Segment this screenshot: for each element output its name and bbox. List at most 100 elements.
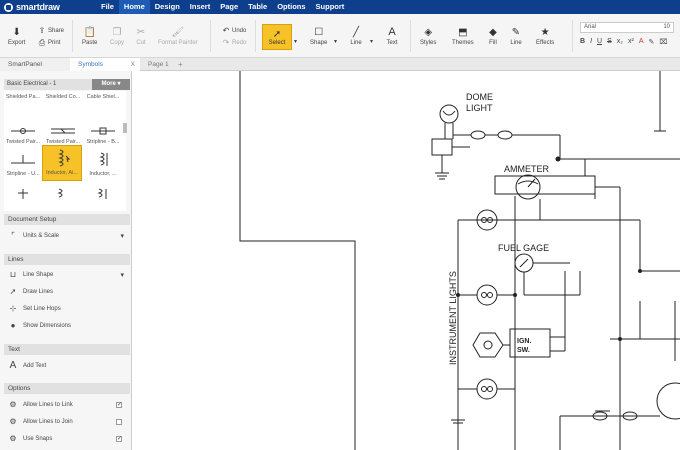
select-dropdown[interactable]: ▾ bbox=[294, 38, 297, 45]
strikethrough-button[interactable]: S bbox=[607, 38, 612, 46]
print-icon: ⎙ bbox=[38, 38, 46, 47]
dome-label-2: LIGHT bbox=[466, 103, 493, 113]
symbol-inductor-air[interactable]: Inductor, Ai... bbox=[42, 145, 82, 181]
bold-button[interactable]: B bbox=[580, 38, 585, 46]
export-icon: ⬇ bbox=[12, 26, 21, 38]
chevron-down-icon: ▾ bbox=[120, 232, 124, 240]
fill-button[interactable]: ◆ Fill bbox=[487, 26, 499, 47]
menu-table[interactable]: Table bbox=[243, 0, 272, 14]
clear-format-button[interactable]: ⌧ bbox=[659, 38, 667, 46]
shape-button[interactable]: ☐ Shape bbox=[310, 26, 327, 47]
underline-button[interactable]: U bbox=[597, 38, 602, 46]
italic-button[interactable]: I bbox=[590, 38, 592, 46]
share-button[interactable]: ⇪ Share bbox=[38, 26, 64, 35]
toolbar-divider bbox=[410, 20, 411, 52]
gears-icon: ⚙ bbox=[9, 417, 17, 426]
copy-icon: ❐ bbox=[112, 26, 122, 38]
themes-button[interactable]: ⬒ Themes bbox=[452, 26, 474, 47]
smartdraw-logo[interactable]: smartdraw bbox=[0, 2, 96, 12]
instrument-lights-label: INSTRUMENT LIGHTS bbox=[448, 271, 458, 365]
smartpanel-sidebar: Basic Electrical - 1 More ▾ Shielded Pa.… bbox=[0, 71, 132, 450]
dome-label-1: DOME bbox=[466, 92, 493, 102]
menu-support[interactable]: Support bbox=[311, 0, 350, 14]
shape-icon: ☐ bbox=[314, 26, 324, 38]
dome-light-symbol[interactable] bbox=[431, 104, 470, 180]
menu-design[interactable]: Design bbox=[150, 0, 185, 14]
menu-file[interactable]: File bbox=[96, 0, 119, 14]
symbol-stripline-u[interactable]: Stripline - U... bbox=[4, 149, 42, 177]
redo-button[interactable]: ↷ Redo bbox=[222, 38, 247, 47]
section-lines[interactable]: Lines bbox=[4, 254, 130, 265]
allow-link-checkbox[interactable]: ✓ bbox=[116, 401, 122, 408]
show-dimensions-option[interactable]: ● Show Dimensions bbox=[8, 321, 126, 330]
share-icon: ⇪ bbox=[38, 26, 46, 35]
shape-dropdown[interactable]: ▾ bbox=[334, 38, 337, 45]
format-painter-button[interactable]: 🖌 Format Painter bbox=[158, 26, 198, 47]
use-snaps-checkbox[interactable]: ✓ bbox=[116, 435, 122, 442]
symbol-stripline-b[interactable]: Stripline - B... bbox=[84, 123, 122, 149]
text-icon: A bbox=[9, 360, 17, 371]
add-text-option[interactable]: A Add Text bbox=[8, 360, 126, 371]
symbol-row-4-2[interactable] bbox=[44, 185, 82, 201]
units-scale-option[interactable]: ⌜ Units & Scale ▾ bbox=[8, 231, 126, 240]
highlight-button[interactable]: ✎ bbox=[648, 38, 654, 46]
section-document-setup[interactable]: Document Setup bbox=[4, 214, 130, 225]
symbol-twisted-pair-1[interactable]: Twisted Pair... bbox=[4, 123, 42, 149]
symbol-shielded-coax[interactable]: Shielded Co... bbox=[44, 91, 82, 117]
ammeter-symbol[interactable] bbox=[494, 174, 596, 200]
symbol-row-4-1[interactable] bbox=[4, 185, 42, 201]
font-select[interactable]: Arial 10 bbox=[580, 22, 674, 33]
fuel-gage-symbol[interactable] bbox=[514, 253, 534, 273]
allow-lines-join-option[interactable]: ⚙ Allow Lines to Join bbox=[8, 417, 126, 426]
text-format-row: B I U S x₂ x² A ✎ ⌧ bbox=[580, 38, 667, 46]
text-button[interactable]: A Text bbox=[386, 26, 398, 46]
drawing-canvas[interactable]: DOME LIGHT AMMETER FUEL GAGE INSTRUMENT … bbox=[140, 71, 680, 450]
styles-button[interactable]: ◈ Styles bbox=[420, 26, 436, 47]
add-page-button[interactable]: + bbox=[176, 58, 188, 71]
tab-symbols[interactable]: Symbols X bbox=[70, 58, 140, 71]
print-button[interactable]: ⎙ Print bbox=[38, 38, 61, 48]
effects-button[interactable]: ★ Effects bbox=[536, 26, 554, 47]
select-button[interactable]: ➚ Select bbox=[262, 24, 292, 50]
symbol-shielded-pair[interactable]: Shielded Pa... bbox=[4, 91, 42, 117]
symbol-scrollbar[interactable] bbox=[123, 123, 127, 133]
symbol-cable-shield[interactable]: Cable Shiel... bbox=[84, 91, 122, 117]
line-shape-option[interactable]: ⊔ Line Shape ▾ bbox=[8, 270, 126, 279]
more-button[interactable]: More ▾ bbox=[92, 79, 130, 90]
allow-join-checkbox[interactable] bbox=[116, 418, 122, 425]
library-name[interactable]: Basic Electrical - 1 bbox=[7, 81, 56, 87]
export-button[interactable]: ⬇ Export bbox=[8, 26, 25, 47]
undo-button[interactable]: ↶ Undo bbox=[222, 26, 247, 35]
set-line-hops-option[interactable]: ⊹ Set Line Hops bbox=[8, 304, 126, 313]
cut-button[interactable]: ✂ Cut bbox=[135, 26, 147, 47]
use-snaps-option[interactable]: ⚙ Use Snaps ✓ bbox=[8, 434, 126, 443]
toolbar-divider bbox=[255, 20, 256, 52]
menu-options[interactable]: Options bbox=[272, 0, 310, 14]
menu-insert[interactable]: Insert bbox=[185, 0, 215, 14]
instrument-lamp-3[interactable] bbox=[476, 378, 498, 400]
symbol-row-4-3[interactable] bbox=[84, 185, 122, 201]
section-options[interactable]: Options bbox=[4, 383, 130, 394]
line-dropdown[interactable]: ▾ bbox=[370, 38, 373, 45]
wiring-diagram[interactable]: DOME LIGHT AMMETER FUEL GAGE INSTRUMENT … bbox=[140, 71, 680, 450]
allow-lines-link-option[interactable]: ⚙ Allow Lines to Link ✓ bbox=[8, 400, 126, 409]
ammeter-label: AMMETER bbox=[504, 164, 550, 174]
section-text[interactable]: Text bbox=[4, 344, 130, 355]
symbol-inductor[interactable]: Inductor, ... bbox=[84, 149, 122, 177]
superscript-button[interactable]: x² bbox=[628, 38, 634, 46]
close-icon[interactable]: X bbox=[131, 58, 135, 71]
font-color-button[interactable]: A bbox=[639, 38, 644, 46]
menu-page[interactable]: Page bbox=[215, 0, 243, 14]
paste-button[interactable]: 📋 Paste bbox=[82, 26, 97, 47]
subscript-button[interactable]: x₂ bbox=[617, 38, 623, 46]
tab-smartpanel[interactable]: SmartPanel bbox=[0, 58, 70, 71]
copy-button[interactable]: ❐ Copy bbox=[110, 26, 124, 47]
line-button[interactable]: ╱ Line bbox=[350, 26, 362, 47]
draw-lines-icon: ➚ bbox=[9, 287, 17, 296]
draw-lines-option[interactable]: ➚ Draw Lines bbox=[8, 287, 126, 296]
line-style-button[interactable]: ✎ Line bbox=[510, 26, 522, 47]
font-size-select[interactable]: 10 bbox=[663, 23, 670, 32]
instrument-lamp-2[interactable] bbox=[476, 284, 498, 306]
menu-home[interactable]: Home bbox=[118, 0, 150, 14]
tab-page-1[interactable]: Page 1 bbox=[140, 58, 172, 71]
